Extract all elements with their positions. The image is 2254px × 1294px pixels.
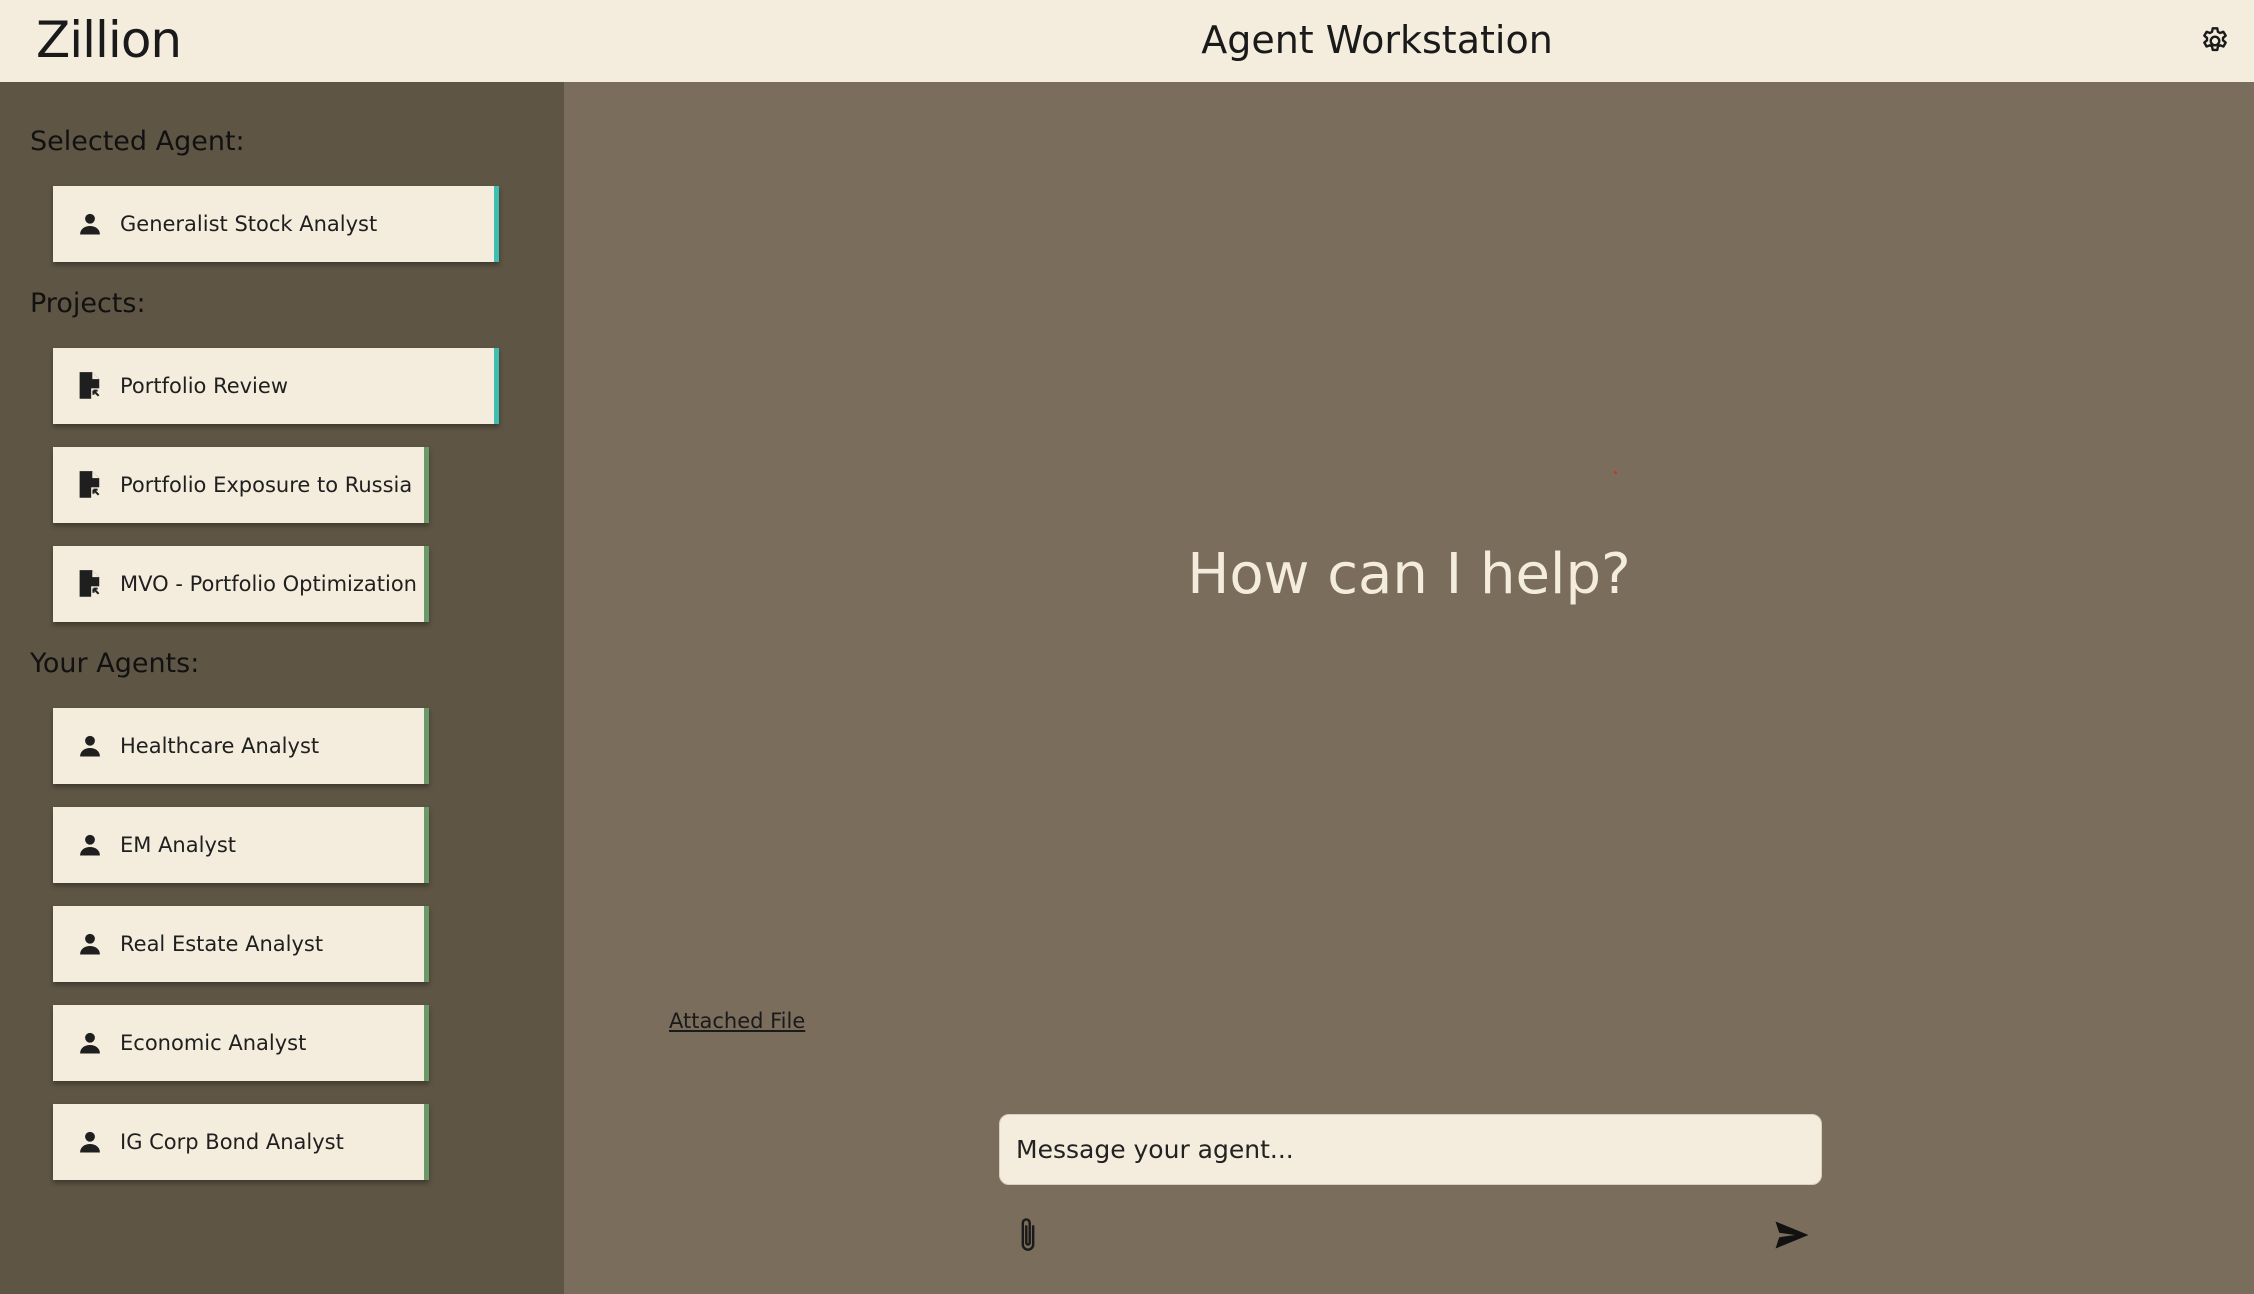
paperclip-icon (1021, 1218, 1035, 1251)
project-label: MVO - Portfolio Optimization (120, 572, 417, 596)
project-item-mvo-optimization[interactable]: MVO - Portfolio Optimization (53, 546, 429, 622)
app-logo[interactable]: Zillion (36, 12, 182, 68)
sidebar: Selected Agent: Generalist Stock Analyst… (0, 82, 564, 1294)
project-label: Portfolio Review (120, 374, 288, 398)
agent-label: Real Estate Analyst (120, 932, 324, 956)
page-title: Agent Workstation (1201, 18, 1553, 62)
person-icon (75, 1127, 105, 1157)
your-agents-heading: Your Agents: (30, 648, 200, 679)
top-bar: Zillion Agent Workstation (0, 0, 2254, 82)
file-shortcut-icon (75, 371, 105, 401)
agent-label: Healthcare Analyst (120, 734, 320, 758)
agent-label: EM Analyst (120, 833, 237, 857)
selected-agent-label: Generalist Stock Analyst (120, 212, 378, 236)
gear-icon (2203, 27, 2227, 52)
settings-button[interactable] (2196, 22, 2234, 60)
file-shortcut-icon (75, 470, 105, 500)
send-button[interactable] (1772, 1217, 1812, 1253)
agent-label: Economic Analyst (120, 1031, 307, 1055)
project-label: Portfolio Exposure to Russia (120, 473, 413, 497)
file-shortcut-icon (75, 569, 105, 599)
selected-agent-heading: Selected Agent: (30, 126, 245, 157)
agent-item-healthcare[interactable]: Healthcare Analyst (53, 708, 429, 784)
welcome-prompt: How can I help? (1187, 542, 1631, 607)
person-icon (75, 929, 105, 959)
person-icon (75, 830, 105, 860)
project-item-portfolio-exposure-russia[interactable]: Portfolio Exposure to Russia (53, 447, 429, 523)
cursor-dot (1614, 471, 1617, 474)
agent-label: IG Corp Bond Analyst (120, 1130, 344, 1154)
attach-file-button[interactable] (1012, 1215, 1044, 1255)
agent-item-economic[interactable]: Economic Analyst (53, 1005, 429, 1081)
attached-file-link[interactable]: Attached File (669, 1008, 805, 1034)
selected-agent-card[interactable]: Generalist Stock Analyst (53, 186, 499, 262)
person-icon (75, 731, 105, 761)
agent-item-em[interactable]: EM Analyst (53, 807, 429, 883)
agent-item-real-estate[interactable]: Real Estate Analyst (53, 906, 429, 982)
agent-item-ig-corp-bond[interactable]: IG Corp Bond Analyst (53, 1104, 429, 1180)
projects-heading: Projects: (30, 288, 146, 319)
send-icon (1775, 1221, 1809, 1249)
project-item-portfolio-review[interactable]: Portfolio Review (53, 348, 499, 424)
person-icon (75, 1028, 105, 1058)
person-icon (75, 209, 105, 239)
message-input[interactable] (999, 1114, 1822, 1185)
